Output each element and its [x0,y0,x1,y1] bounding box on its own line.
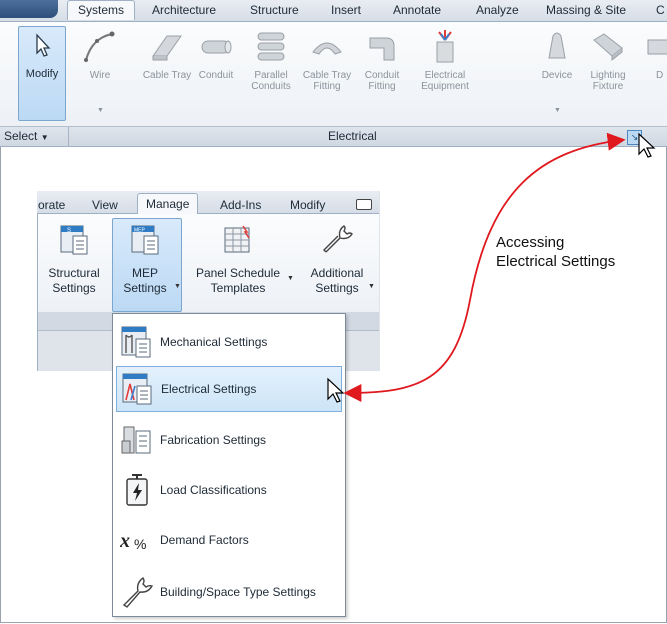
callout-line1: Accessing [496,234,565,251]
callout-text: Accessing Electrical Settings [496,233,615,271]
callout-line2: Electrical Settings [496,253,616,270]
callout-arrow [343,132,626,402]
